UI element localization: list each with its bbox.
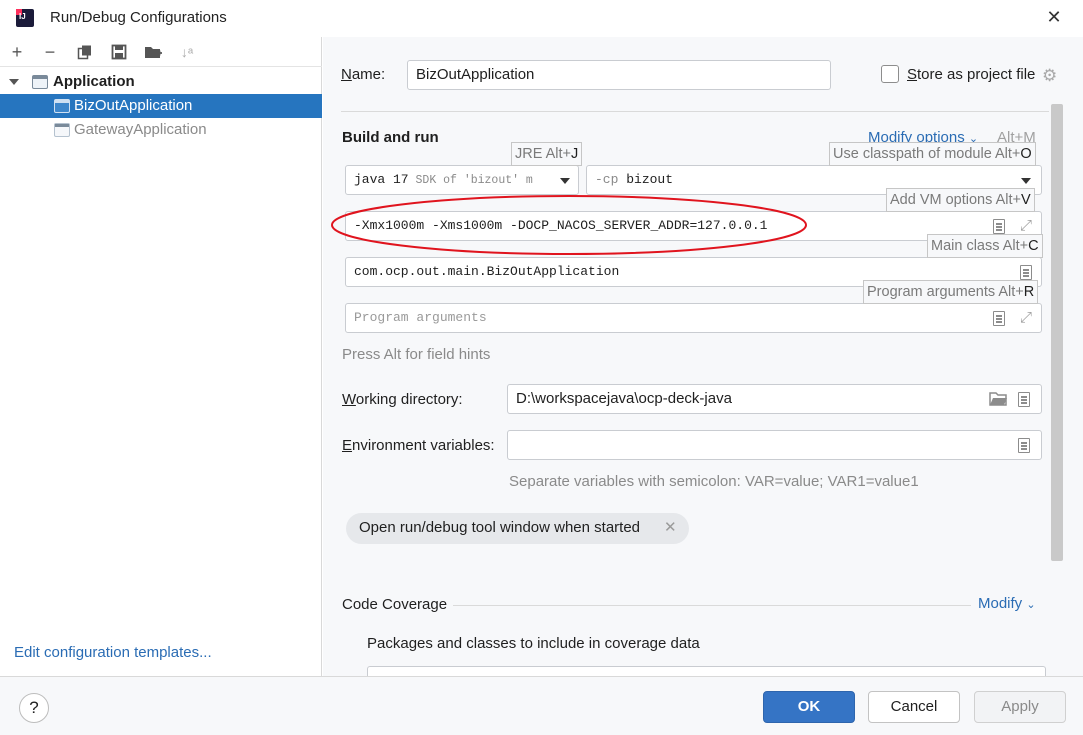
edit-templates-link[interactable]: Edit configuration templates... [14, 644, 212, 661]
code-coverage-title: Code Coverage [342, 596, 448, 613]
section-divider [341, 111, 1049, 112]
dialog-button-bar: ? OK Cancel Apply [0, 676, 1083, 735]
cancel-button[interactable]: Cancel [868, 691, 960, 723]
configurations-sidebar: + − ↓ᵃ Application BizOutApplication Gat… [0, 37, 322, 676]
title-bar: Run/Debug Configurations ✕ [0, 0, 1083, 37]
expand-arrows-icon[interactable]: ⤢ [1018, 218, 1034, 234]
expand-text-icon[interactable] [993, 219, 1005, 234]
chevron-down-icon [560, 178, 570, 184]
classpath-hint: Use classpath of module Alt+O [829, 142, 1036, 166]
insert-macro-icon[interactable] [1018, 392, 1030, 407]
jre-hint: JRE Alt+J [511, 142, 583, 166]
program-arguments-field[interactable]: Program arguments ⤢ [345, 303, 1042, 333]
sort-icon[interactable]: ↓ᵃ [176, 41, 198, 63]
jre-select[interactable]: java 17 SDK of 'bizout' m [345, 165, 579, 195]
open-tool-window-option-chip[interactable]: Open run/debug tool window when started … [346, 513, 689, 544]
save-icon[interactable] [108, 41, 130, 63]
application-icon [32, 75, 48, 89]
close-icon[interactable]: ✕ [1044, 7, 1064, 27]
remove-icon[interactable]: − [39, 41, 61, 63]
section-divider [453, 605, 971, 606]
gear-icon[interactable]: ⚙ [1042, 66, 1057, 86]
application-icon [54, 123, 70, 137]
ok-button[interactable]: OK [763, 691, 855, 723]
name-label: Name: [341, 66, 386, 83]
chevron-down-icon [1021, 178, 1031, 184]
name-field[interactable]: BizOutApplication [407, 60, 831, 90]
tree-group-label: Application [53, 73, 135, 90]
store-as-project-file-checkbox[interactable] [881, 65, 899, 83]
apply-button[interactable]: Apply [974, 691, 1066, 723]
annotation-ellipse [331, 195, 807, 255]
remove-option-icon[interactable]: ✕ [664, 518, 677, 536]
folder-icon[interactable] [989, 391, 1007, 410]
tree-item-label: GatewayApplication [74, 121, 207, 138]
expand-arrows-icon[interactable]: ⤢ [1018, 310, 1034, 326]
jre-value: java 17 SDK of 'bizout' m [354, 172, 533, 187]
program-arguments-placeholder: Program arguments [354, 310, 487, 325]
tree-item-gatewayapplication[interactable]: GatewayApplication [0, 118, 322, 142]
chevron-down-icon[interactable] [9, 79, 19, 85]
vertical-scrollbar[interactable] [1051, 104, 1063, 561]
main-class-hint: Main class Alt+C [927, 234, 1043, 258]
store-as-project-file-label: Store as project file [907, 66, 1036, 83]
browse-class-icon[interactable] [1020, 265, 1032, 280]
expand-text-icon[interactable] [993, 311, 1005, 326]
press-alt-hint: Press Alt for field hints [342, 346, 491, 363]
application-icon [54, 99, 70, 113]
working-directory-value: D:\workspacejava\ocp-deck-java [516, 390, 732, 407]
build-and-run-title: Build and run [342, 129, 439, 146]
add-icon[interactable]: + [6, 41, 28, 63]
tree-group-application[interactable]: Application [0, 70, 322, 94]
copy-icon[interactable] [74, 41, 96, 63]
edit-variables-icon[interactable] [1018, 438, 1030, 453]
environment-variables-label: Environment variables: [342, 437, 495, 454]
working-directory-field[interactable]: D:\workspacejava\ocp-deck-java [507, 384, 1042, 414]
chip-label: Open run/debug tool window when started [359, 519, 641, 536]
environment-variables-hint: Separate variables with semicolon: VAR=v… [509, 473, 919, 490]
tree-item-label: BizOutApplication [74, 97, 193, 114]
window-title: Run/Debug Configurations [50, 9, 227, 26]
tree-item-bizoutapplication[interactable]: BizOutApplication [0, 94, 322, 118]
environment-variables-field[interactable] [507, 430, 1042, 460]
configuration-editor: Name: BizOutApplication Store as project… [323, 37, 1083, 686]
new-folder-icon[interactable] [142, 41, 164, 63]
code-coverage-modify-link[interactable]: Modify ⌄ [978, 595, 1036, 612]
intellij-idea-icon [16, 9, 34, 27]
classpath-value: -cp bizout [595, 172, 674, 187]
vm-options-hint: Add VM options Alt+V [886, 188, 1035, 212]
main-class-value: com.ocp.out.main.BizOutApplication [354, 264, 620, 279]
working-directory-label: Working directory: [342, 391, 463, 408]
help-button[interactable]: ? [19, 693, 49, 723]
name-value: BizOutApplication [416, 66, 535, 83]
program-arguments-hint: Program arguments Alt+R [863, 280, 1039, 304]
coverage-packages-label: Packages and classes to include in cover… [367, 635, 700, 652]
sidebar-toolbar: + − ↓ᵃ [0, 37, 322, 67]
